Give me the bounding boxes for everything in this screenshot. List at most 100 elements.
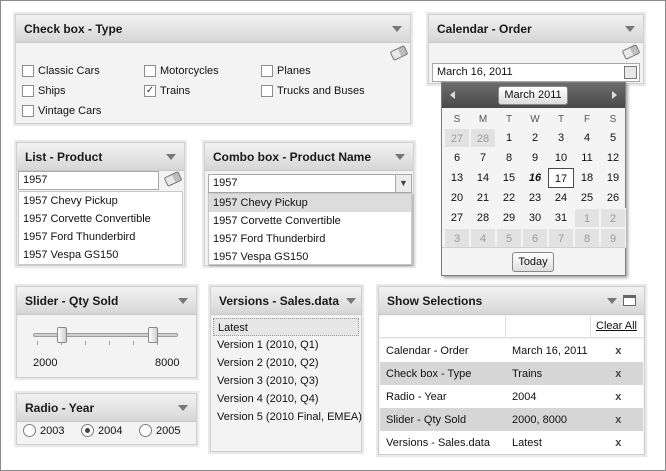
calendar-day[interactable]: 18 [574,168,600,188]
list-search-input[interactable]: 1957 [18,171,159,190]
calendar-day-other-month[interactable]: 7 [548,228,574,248]
dropdown-menu-icon[interactable] [346,297,356,304]
radio-button-selected[interactable] [81,424,94,437]
calendar-day[interactable]: 21 [470,188,496,208]
slider-min-handle[interactable] [57,327,67,343]
calendar-day[interactable]: 29 [496,208,522,228]
remove-selection-icon[interactable]: x [594,339,643,362]
dropdown-menu-icon[interactable] [607,297,617,304]
checkbox-motorcycles[interactable]: Motorcycles [144,65,219,77]
radio-option-2004[interactable]: 2004 [81,424,122,437]
checkbox-vintage-cars[interactable]: Vintage Cars [22,105,101,117]
remove-selection-icon[interactable]: x [594,362,643,385]
checkbox-box[interactable] [22,105,34,117]
maximize-icon[interactable] [623,295,636,306]
calendar-day[interactable]: 1 [496,128,522,148]
calendar-icon[interactable] [624,66,637,79]
slider-max-handle[interactable] [148,327,158,343]
checkbox-classic-cars[interactable]: Classic Cars [22,65,100,77]
calendar-day[interactable]: 10 [548,148,574,168]
dropdown-menu-icon[interactable] [166,153,176,160]
calendar-day[interactable]: 26 [600,188,626,208]
checkbox-box[interactable] [144,65,156,77]
version-item[interactable]: Version 5 (2010 Final, EMEA) [213,408,362,426]
calendar-day[interactable]: 14 [470,168,496,188]
combo-chevron-down-icon[interactable]: ▼ [395,175,411,192]
version-item[interactable]: Version 3 (2010, Q3) [213,372,359,390]
checkbox-box[interactable] [22,65,34,77]
dropdown-menu-icon[interactable] [392,25,402,32]
calendar-date-input[interactable]: March 16, 2011 [432,63,640,82]
prev-month-icon[interactable] [450,91,455,99]
combo-option[interactable]: 1957 Ford Thunderbird [209,230,411,248]
calendar-day[interactable]: 2 [522,128,548,148]
checkbox-box[interactable] [261,65,273,77]
checkbox-box[interactable] [261,85,273,97]
calendar-day-other-month[interactable]: 1 [574,208,600,228]
combo-input[interactable]: 1957 ▼ [208,174,412,193]
calendar-month-button[interactable]: March 2011 [498,86,568,105]
calendar-day[interactable]: 30 [522,208,548,228]
calendar-day[interactable]: 12 [600,148,626,168]
clear-all-link[interactable]: Clear All [596,320,637,332]
dropdown-menu-icon[interactable] [178,297,188,304]
calendar-day[interactable]: 15 [496,168,522,188]
today-button[interactable]: Today [512,252,554,272]
version-item[interactable]: Version 4 (2010, Q4) [213,390,359,408]
clear-eraser-icon[interactable] [621,44,641,60]
clear-eraser-icon[interactable] [163,171,183,187]
calendar-day[interactable]: 9 [522,148,548,168]
calendar-day-other-month[interactable]: 3 [444,228,470,248]
dropdown-menu-icon[interactable] [178,404,188,411]
version-item[interactable]: Version 1 (2010, Q1) [213,336,359,354]
list-item[interactable]: 1957 Ford Thunderbird [19,228,182,246]
calendar-day-other-month[interactable]: 28 [470,128,496,148]
list-item[interactable]: 1957 Chevy Pickup [19,192,182,210]
calendar-day[interactable]: 5 [600,128,626,148]
dropdown-menu-icon[interactable] [395,153,405,160]
checkbox-ships[interactable]: Ships [22,85,66,97]
remove-selection-icon[interactable]: x [594,408,643,431]
calendar-day-other-month[interactable]: 5 [496,228,522,248]
calendar-day-other-month[interactable]: 27 [444,128,470,148]
calendar-day[interactable]: 31 [548,208,574,228]
checkmark-icon[interactable]: ✓ [144,85,156,97]
calendar-day-other-month[interactable]: 4 [470,228,496,248]
combo-option[interactable]: 1957 Chevy Pickup [209,194,411,212]
calendar-day[interactable]: 7 [470,148,496,168]
calendar-day[interactable]: 24 [548,188,574,208]
calendar-day[interactable]: 17 [548,168,574,188]
radio-button[interactable] [139,424,152,437]
list-item[interactable]: 1957 Vespa GS150 [19,246,182,264]
checkbox-trucks-and-buses[interactable]: Trucks and Buses [261,85,365,97]
dropdown-menu-icon[interactable] [625,25,635,32]
calendar-day-other-month[interactable]: 9 [600,228,626,248]
version-item[interactable]: Version 2 (2010, Q2) [213,354,359,372]
calendar-day-other-month[interactable]: 6 [522,228,548,248]
checkbox-trains[interactable]: ✓ Trains [144,85,190,97]
checkbox-planes[interactable]: Planes [261,65,311,77]
version-item[interactable]: Latest [213,318,359,336]
radio-option-2005[interactable]: 2005 [139,424,180,437]
combo-option[interactable]: 1957 Corvette Convertible [209,212,411,230]
calendar-day[interactable]: 28 [470,208,496,228]
calendar-day[interactable]: 19 [600,168,626,188]
calendar-day-other-month[interactable]: 2 [600,208,626,228]
list-item[interactable]: 1957 Corvette Convertible [19,210,182,228]
calendar-day[interactable]: 22 [496,188,522,208]
calendar-day[interactable]: 6 [444,148,470,168]
clear-eraser-icon[interactable] [389,45,409,61]
calendar-day-other-month[interactable]: 8 [574,228,600,248]
calendar-day[interactable]: 27 [444,208,470,228]
radio-option-2003[interactable]: 2003 [23,424,64,437]
combo-option[interactable]: 1957 Vespa GS150 [209,248,411,266]
calendar-day[interactable]: 20 [444,188,470,208]
calendar-day[interactable]: 3 [548,128,574,148]
checkbox-box[interactable] [22,85,34,97]
calendar-day[interactable]: 8 [496,148,522,168]
calendar-day[interactable]: 25 [574,188,600,208]
radio-button[interactable] [23,424,36,437]
calendar-day[interactable]: 16 [522,168,548,188]
calendar-day[interactable]: 4 [574,128,600,148]
calendar-day[interactable]: 23 [522,188,548,208]
